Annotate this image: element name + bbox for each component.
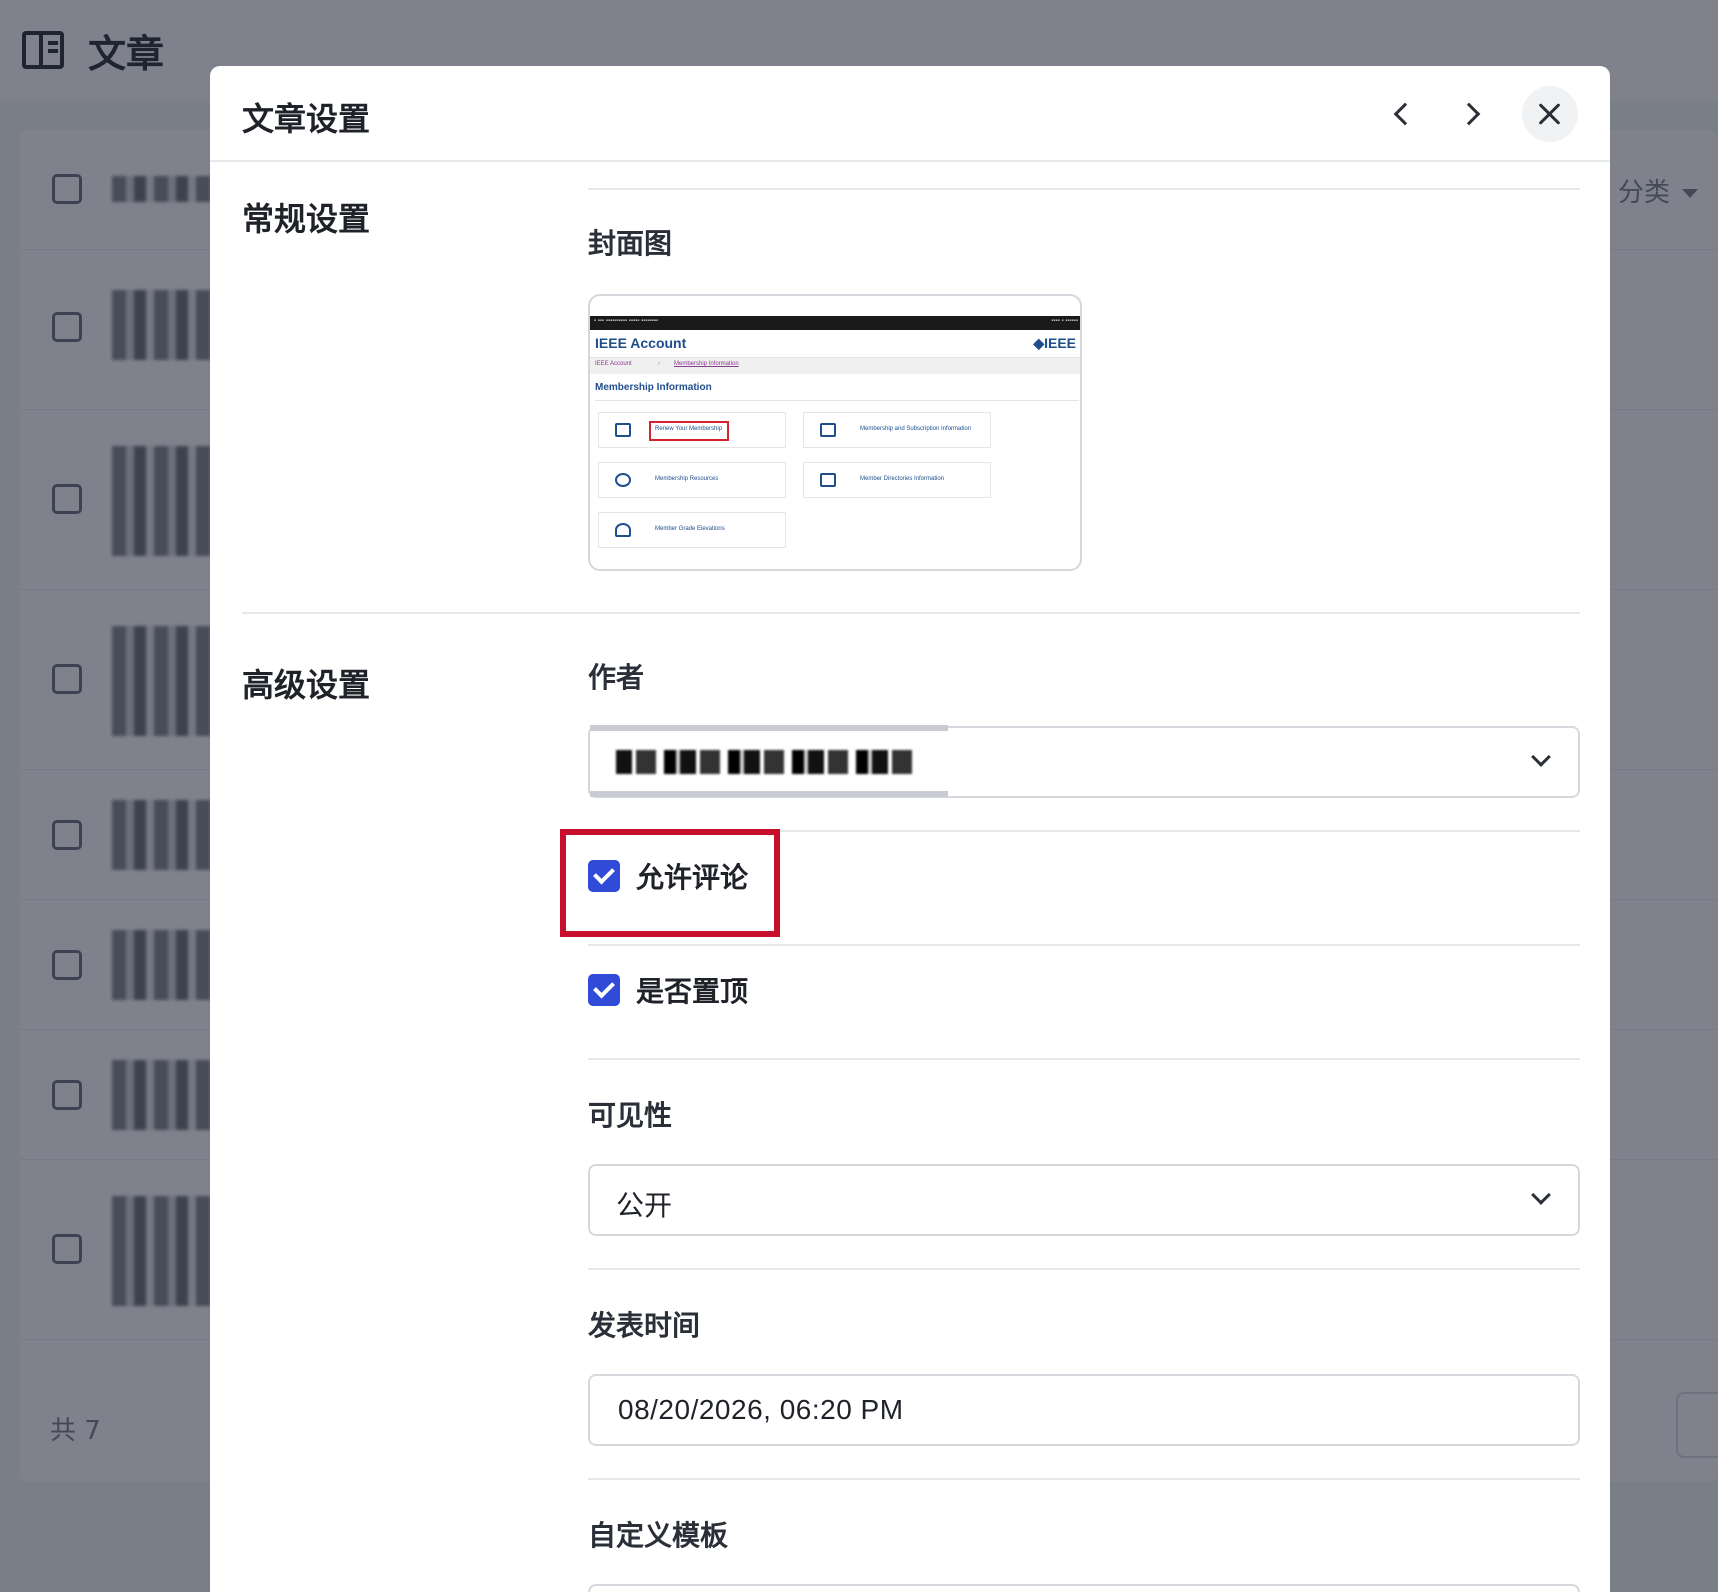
cover-crumb-home: IEEE Account [595,361,632,367]
checkbox-checked-icon[interactable] [588,974,620,1006]
cover-tile-label: Membership and Subscription Information [860,426,972,432]
chevron-down-icon [1531,747,1551,767]
cover-tile: Member Directories Information [803,462,991,498]
divider [588,1058,1580,1060]
chevron-left-icon [1393,102,1417,126]
close-icon [1538,102,1562,126]
visibility-label: 可见性 [588,1099,673,1132]
cover-tile-label: Renew Your Membership [655,426,723,432]
general-settings-title: 常规设置 [242,200,371,238]
pin-top-checkbox[interactable]: 是否置顶 [588,970,748,1010]
cover-image[interactable]: ▪ ▪▪▪ ▪▪▪▪▪▪▪▪▪▪ ▪▪▪▪▪ ▪▪▪▪▪▪▪▪ ▪▪▪▪ ▪ ▪… [588,294,1082,571]
custom-template-label: 自定义模板 [588,1519,729,1552]
ieee-logo: ◆IEEE [1033,335,1076,351]
cover-topbar: ▪ ▪▪▪ ▪▪▪▪▪▪▪▪▪▪ ▪▪▪▪▪ ▪▪▪▪▪▪▪▪ ▪▪▪▪ ▪ ▪… [590,316,1080,330]
cover-tile-label: Member Directories Information [860,476,945,482]
cover-image-label: 封面图 [588,227,673,260]
visibility-value: 公开 [616,1189,673,1222]
key-icon [615,473,631,487]
author-label: 作者 [588,661,645,694]
cover-tile: Membership and Subscription Information [803,412,991,448]
renew-icon [615,423,631,437]
chevron-down-icon [1531,1185,1551,1205]
divider [588,1268,1580,1270]
cover-section-title: Membership Information [595,382,712,393]
custom-template-select[interactable] [588,1584,1580,1592]
close-button[interactable] [1522,86,1578,142]
next-button[interactable] [1444,86,1500,142]
section-divider [242,612,1580,614]
modal-header: 文章设置 [210,66,1610,162]
cover-divider [595,400,1079,401]
highlight-annotation [560,829,780,937]
mail-icon [820,423,836,437]
cover-tile: Membership Resources [598,462,786,498]
cover-tile-label: Member Grade Elevations [655,526,725,532]
author-select[interactable] [588,725,1580,798]
cover-crumb-current: Membership Information [674,361,739,367]
divider [588,1478,1580,1480]
cover-tile: Renew Your Membership [598,412,786,448]
chevron-right-icon [1457,102,1481,126]
modal-title: 文章设置 [242,100,371,138]
article-settings-modal: 文章设置 常规设置 封面图 ▪ ▪▪▪ ▪▪▪▪▪▪▪▪▪▪ ▪▪▪▪▪ ▪▪▪… [210,66,1610,1592]
pin-top-label: 是否置顶 [636,975,749,1008]
people-icon [615,523,631,537]
publish-time-value: 08/20/2026, 06:20 PM [618,1394,904,1425]
cover-tile: Member Grade Elevations [598,512,786,548]
cover-brand: IEEE Account [595,335,687,351]
publish-time-input[interactable]: 08/20/2026, 06:20 PM [588,1374,1580,1446]
cover-crumb-separator: › [658,361,660,367]
divider [588,188,1580,190]
previous-button[interactable] [1374,86,1430,142]
cover-tile-label: Membership Resources [655,476,719,482]
cover-breadcrumb: IEEE Account › Membership Information [590,358,1080,374]
divider [588,944,1580,946]
advanced-settings-title: 高级设置 [242,666,371,704]
visibility-select[interactable]: 公开 [588,1164,1580,1236]
directory-icon [820,473,836,487]
author-value-redacted [616,750,916,774]
cover-header: IEEE Account ◆IEEE [590,330,1080,358]
publish-time-label: 发表时间 [588,1309,701,1342]
